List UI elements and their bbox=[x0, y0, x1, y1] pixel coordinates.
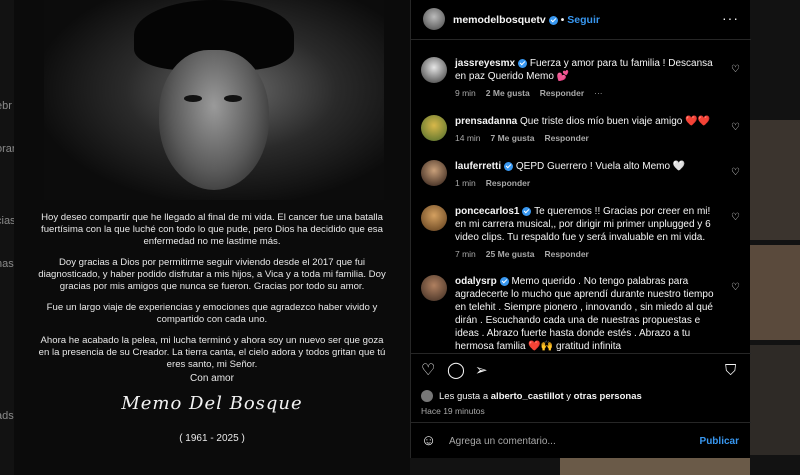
comment-time: 14 min bbox=[455, 133, 481, 143]
comment-meta: 14 min 7 Me gusta Responder bbox=[455, 133, 599, 143]
signature: Memo Del Bosque bbox=[121, 393, 303, 414]
background-thumbnail bbox=[750, 120, 800, 240]
commenter-avatar[interactable] bbox=[421, 115, 447, 141]
comment-input[interactable]: Agrega un comentario... bbox=[449, 436, 556, 447]
commenter-avatar[interactable] bbox=[421, 57, 447, 83]
likes-summary: Les gusta a alberto_castillot y otras pe… bbox=[421, 390, 642, 402]
post-time-ago: Hace 19 minutos bbox=[421, 406, 485, 416]
comment-text: odalysrp Memo querido . No tengo palabra… bbox=[455, 275, 723, 353]
comment-body: Que triste dios mío buen viaje amigo ❤️❤… bbox=[520, 116, 711, 127]
comment-meta: 7 min 25 Me gusta Responder bbox=[455, 249, 599, 259]
comment-text: poncecarlos1 Te queremos !! Gracias por … bbox=[455, 205, 723, 244]
background-thumbnail bbox=[750, 245, 800, 340]
comment-like-heart-icon[interactable]: ♡ bbox=[731, 283, 741, 293]
statement-paragraph: Doy gracias a Dios por permitirme seguir… bbox=[38, 257, 386, 292]
comment-icon[interactable]: ◯ bbox=[447, 362, 465, 380]
emoji-icon[interactable]: ☺ bbox=[421, 432, 436, 449]
like-heart-icon[interactable]: ♡ bbox=[421, 362, 435, 380]
likes-prefix: Les gusta a bbox=[439, 391, 489, 402]
liker-avatar[interactable] bbox=[421, 390, 433, 402]
comment-text: jassreyesmx Fuerza y amor para tu famili… bbox=[455, 57, 723, 83]
years-text: ( 1961 - 2025 ) bbox=[179, 433, 245, 444]
comment-item: lauferretti QEPD Guerrero ! Vuela alto M… bbox=[411, 156, 751, 200]
background-side-label: ads bbox=[0, 410, 14, 422]
commenter-avatar[interactable] bbox=[421, 205, 447, 231]
comment-body: QEPD Guerrero ! Vuela alto Memo 🤍 bbox=[515, 161, 686, 172]
comments-panel: memodelbosquetv • Seguir ··· jassreyesmx F… bbox=[410, 0, 751, 458]
commenter-username[interactable]: odalysrp bbox=[455, 276, 497, 287]
commenter-username[interactable]: jassreyesmx bbox=[455, 58, 515, 69]
liker-username[interactable]: alberto_castillot bbox=[491, 391, 564, 402]
comment-item: prensadanna Que triste dios mío buen via… bbox=[411, 111, 751, 157]
post-image[interactable]: Hoy deseo compartir que he llegado al fi… bbox=[14, 0, 410, 475]
comment-meta: 9 min 2 Me gusta Responder ··· bbox=[455, 88, 613, 98]
comment-meta: 1 min Responder bbox=[455, 178, 540, 188]
follow-button[interactable]: Seguir bbox=[567, 14, 600, 26]
reply-button[interactable]: Responder bbox=[540, 88, 584, 98]
comment-like-heart-icon[interactable]: ♡ bbox=[731, 65, 741, 75]
reply-button[interactable]: Responder bbox=[544, 133, 588, 143]
publish-button[interactable]: Publicar bbox=[700, 436, 739, 447]
author-username[interactable]: memodelbosquetv bbox=[453, 14, 546, 26]
comments-list[interactable]: jassreyesmx Fuerza y amor para tu famili… bbox=[411, 41, 751, 353]
comment-like-heart-icon[interactable]: ♡ bbox=[731, 123, 741, 133]
share-icon[interactable]: ➢ bbox=[475, 362, 488, 380]
commenter-username[interactable]: prensadanna bbox=[455, 116, 517, 127]
verified-badge-icon bbox=[518, 58, 528, 68]
author-line: memodelbosquetv • Seguir bbox=[453, 14, 600, 26]
comment-more-icon[interactable]: ··· bbox=[594, 88, 603, 98]
background-thumbnail bbox=[560, 455, 750, 475]
post-actions: ♡ ◯ ➢ ⛉ Les gusta a alberto_castillot y … bbox=[411, 353, 751, 421]
comment-body: Memo querido . No tengo palabras para ag… bbox=[455, 276, 714, 352]
more-options-icon[interactable]: ··· bbox=[722, 10, 739, 26]
statement-paragraph: Ahora he acabado la pelea, mi lucha term… bbox=[38, 335, 386, 370]
separator-dot: • bbox=[560, 15, 565, 26]
verified-badge-icon bbox=[522, 206, 532, 216]
background-side-label: nas bbox=[0, 258, 14, 270]
comment-likes[interactable]: 2 Me gusta bbox=[486, 88, 530, 98]
farewell-statement: Hoy deseo compartir que he llegado al fi… bbox=[14, 212, 410, 380]
commenter-username[interactable]: poncecarlos1 bbox=[455, 206, 519, 217]
comment-item: jassreyesmx Fuerza y amor para tu famili… bbox=[411, 53, 751, 111]
closing-text: Con amor bbox=[190, 373, 234, 384]
add-comment-bar: ☺ Agrega un comentario... Publicar bbox=[411, 422, 751, 458]
reply-button[interactable]: Responder bbox=[544, 249, 588, 259]
background-thumbnail bbox=[750, 345, 800, 455]
comment-like-heart-icon[interactable]: ♡ bbox=[731, 168, 741, 178]
post-header: memodelbosquetv • Seguir ··· bbox=[411, 0, 751, 40]
comment-time: 9 min bbox=[455, 88, 476, 98]
commenter-avatar[interactable] bbox=[421, 275, 447, 301]
author-avatar[interactable] bbox=[423, 8, 445, 30]
comment-item: odalysrp Memo querido . No tengo palabra… bbox=[411, 271, 751, 353]
bookmark-icon[interactable]: ⛉ bbox=[725, 362, 736, 380]
verified-badge-icon bbox=[504, 161, 514, 171]
comment-likes[interactable]: 25 Me gusta bbox=[486, 249, 535, 259]
background-side-label: ebr bbox=[0, 100, 12, 112]
statement-paragraph: Fue un largo viaje de experiencias y emo… bbox=[46, 302, 378, 325]
portrait-photo bbox=[44, 0, 384, 200]
comment-text: prensadanna Que triste dios mío buen via… bbox=[455, 115, 723, 128]
comment-likes[interactable]: 7 Me gusta bbox=[491, 133, 535, 143]
comment-time: 1 min bbox=[455, 178, 476, 188]
comment-text: lauferretti QEPD Guerrero ! Vuela alto M… bbox=[455, 160, 723, 173]
reply-button[interactable]: Responder bbox=[486, 178, 530, 188]
comment-time: 7 min bbox=[455, 249, 476, 259]
likes-others-link[interactable]: otras personas bbox=[574, 391, 642, 402]
statement-paragraph: Hoy deseo compartir que he llegado al fi… bbox=[41, 212, 383, 247]
commenter-avatar[interactable] bbox=[421, 160, 447, 186]
verified-badge-icon bbox=[499, 276, 509, 286]
comment-item: poncecarlos1 Te queremos !! Gracias por … bbox=[411, 201, 751, 271]
comment-like-heart-icon[interactable]: ♡ bbox=[731, 213, 741, 223]
likes-and: y bbox=[566, 391, 572, 402]
commenter-username[interactable]: lauferretti bbox=[455, 161, 501, 172]
verified-badge-icon bbox=[548, 15, 558, 25]
